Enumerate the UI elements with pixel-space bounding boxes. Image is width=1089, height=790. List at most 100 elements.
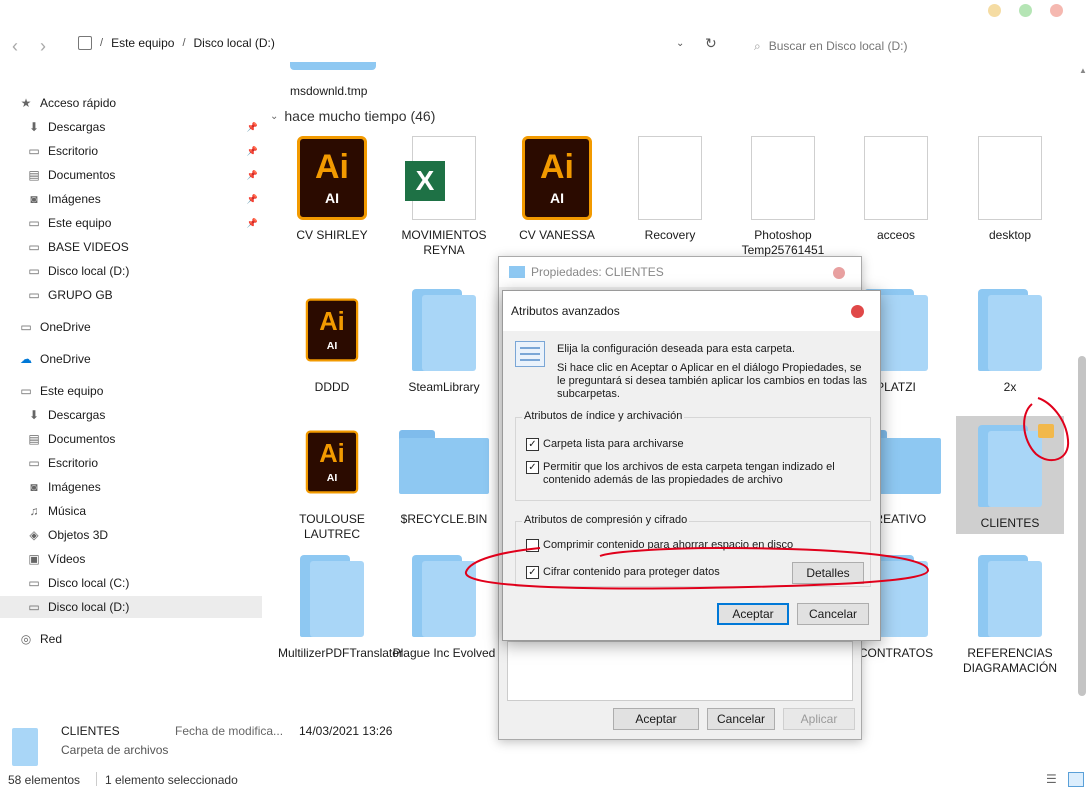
sidebar-item[interactable]: ☁ OneDrive [0,348,262,370]
status-bar: 58 elementos 1 elemento seleccionado ☰ [0,770,1089,790]
file-label: CV VANESSA [519,228,595,242]
breadcrumb-item[interactable]: Este equipo [111,36,174,50]
file-label: MultilizerPDFTranslator [278,646,403,660]
close-icon[interactable] [833,267,845,279]
sidebar-item-label: Red [40,632,63,646]
search-input[interactable]: ⌕ Buscar en Disco local (D:) [750,34,1080,58]
folder-icon [978,289,1042,371]
sidebar-item-label: Objetos 3D [48,528,109,542]
file-item[interactable]: Recovery [616,132,724,243]
sidebar-item[interactable]: ▭ Escritorio 📌 [0,140,262,162]
archive-checkbox[interactable]: ✓ [526,438,539,451]
folder-icon: ▭ [20,320,32,334]
file-item[interactable]: Photoshop Temp25761451 [729,132,837,258]
sidebar-item[interactable]: ⬇ Descargas [0,404,262,426]
ok-button[interactable]: Aceptar [717,603,789,625]
file-label: DDDD [314,380,350,394]
file-item[interactable]: Plague Inc Evolved [390,550,498,661]
file-item[interactable]: desktop [956,132,1064,243]
chevron-down-icon: ⌄ [270,110,279,122]
vertical-scrollbar[interactable]: ▲ ▼ [1076,66,1088,768]
document-icon [620,132,720,224]
folder-icon [978,555,1042,637]
file-item[interactable]: 2x [956,284,1064,395]
file-label: TOULOUSE LAUTREC [299,512,365,541]
compress-checkbox-row[interactable]: Comprimir contenido para ahorrar espacio… [526,539,793,552]
index-checkbox-row[interactable]: ✓ Permitir que los archivos de esta carp… [526,461,856,487]
cancel-button[interactable]: Cancelar [707,708,775,730]
file-label: Plague Inc Evolved [392,646,496,660]
file-item[interactable]: Ai AI DDDD [278,284,386,395]
refresh-icon[interactable]: ↻ [705,35,717,52]
sidebar-item[interactable]: ◈ Objetos 3D [0,524,262,546]
file-item[interactable]: REFERENCIAS DIAGRAMACIÓN [956,550,1064,676]
sidebar-item[interactable]: ▭ Este equipo [0,380,262,402]
sidebar-item[interactable]: ▭ OneDrive [0,316,262,338]
camera-icon: ◙ [30,192,38,206]
file-label: CV SHIRLEY [296,228,368,242]
details-button[interactable]: Detalles [792,562,864,584]
file-item[interactable]: Ai AI CV VANESSA [503,132,611,243]
maximize-button[interactable] [1019,4,1032,17]
search-icon: ⌕ [754,38,761,53]
file-item[interactable]: Ai AI TOULOUSE LAUTREC [278,416,386,542]
file-label: desktop [988,228,1032,242]
sidebar-item[interactable]: ▭ Disco local (D:) [0,596,262,618]
file-item[interactable]: $RECYCLE.BIN [390,416,498,527]
file-item[interactable]: X MOVIMIENTOS REYNA [390,132,498,258]
sidebar-item[interactable]: ◙ Imágenes [0,476,262,498]
sidebar-item[interactable]: ◎ Red [0,628,262,650]
sidebar-item[interactable]: ▭ GRUPO GB [0,284,262,306]
archive-checkbox-row[interactable]: ✓ Carpeta lista para archivarse [526,438,684,451]
large-icons-view-icon[interactable] [1068,772,1084,787]
compress-encrypt-group: Atributos de compresión y cifrado Compri… [515,514,871,587]
back-arrow-icon[interactable]: ‹ [4,35,26,57]
sidebar-item-label: Disco local (D:) [48,264,130,278]
sidebar-item[interactable]: ▤ Documentos 📌 [0,164,262,186]
document-icon [960,132,1060,224]
file-item[interactable]: acceos [842,132,950,243]
sidebar-item[interactable]: ▭ Este equipo 📌 [0,212,262,234]
scroll-up-icon[interactable]: ▲ [1079,66,1087,75]
encrypt-checkbox[interactable]: ✓ [526,566,539,579]
sidebar-item-label: Imágenes [48,192,101,206]
minimize-button[interactable] [988,4,1001,17]
breadcrumb-item[interactable]: Disco local (D:) [194,36,275,50]
index-checkbox[interactable]: ✓ [526,461,539,474]
file-label: Recovery [644,228,696,242]
details-view-icon[interactable]: ☰ [1046,772,1057,786]
file-label[interactable]: msdownld.tmp [290,84,367,98]
ok-button[interactable]: Aceptar [613,708,699,730]
file-label: SteamLibrary [408,380,480,394]
close-icon[interactable] [851,305,864,318]
sidebar-item-label: Descargas [48,408,106,422]
folder-icon [509,266,525,278]
file-item[interactable]: Ai AI CV SHIRLEY [278,132,386,243]
file-item[interactable]: SteamLibrary [390,284,498,395]
file-item[interactable]: MultilizerPDFTranslator [278,550,403,661]
sidebar-item[interactable]: ★ Acceso rápido [0,92,262,114]
sidebar-item[interactable]: ⬇ Descargas 📌 [0,116,262,138]
sidebar-item[interactable]: ▭ BASE VIDEOS [0,236,262,258]
sidebar-item[interactable]: ▭ Escritorio [0,452,262,474]
file-item[interactable]: CLIENTES [956,416,1064,534]
compress-checkbox[interactable] [526,539,539,552]
forward-arrow-icon[interactable]: › [32,35,54,57]
group-header[interactable]: ⌄ hace mucho tiempo (46) [270,108,435,124]
breadcrumb: / Este equipo / Disco local (D:) [78,36,275,50]
chevron-down-icon[interactable]: ⌄ [676,38,684,49]
sidebar-item[interactable]: ▭ Disco local (D:) [0,260,262,282]
apply-button[interactable]: Aplicar [783,708,855,730]
sidebar-item[interactable]: ◙ Imágenes 📌 [0,188,262,210]
sidebar-item[interactable]: ▣ Vídeos [0,548,262,570]
window-controls [988,4,1063,17]
sidebar-item[interactable]: ▭ Disco local (C:) [0,572,262,594]
sidebar-item[interactable]: ♫ Música [0,500,262,522]
sidebar-item-label: Documentos [48,432,116,446]
close-button[interactable] [1050,4,1063,17]
sidebar-item[interactable]: ▤ Documentos [0,428,262,450]
folder-icon [394,550,494,642]
cancel-button[interactable]: Cancelar [797,603,869,625]
encrypt-checkbox-row[interactable]: ✓ Cifrar contenido para proteger datos [526,566,720,579]
scroll-thumb[interactable] [1078,356,1086,696]
